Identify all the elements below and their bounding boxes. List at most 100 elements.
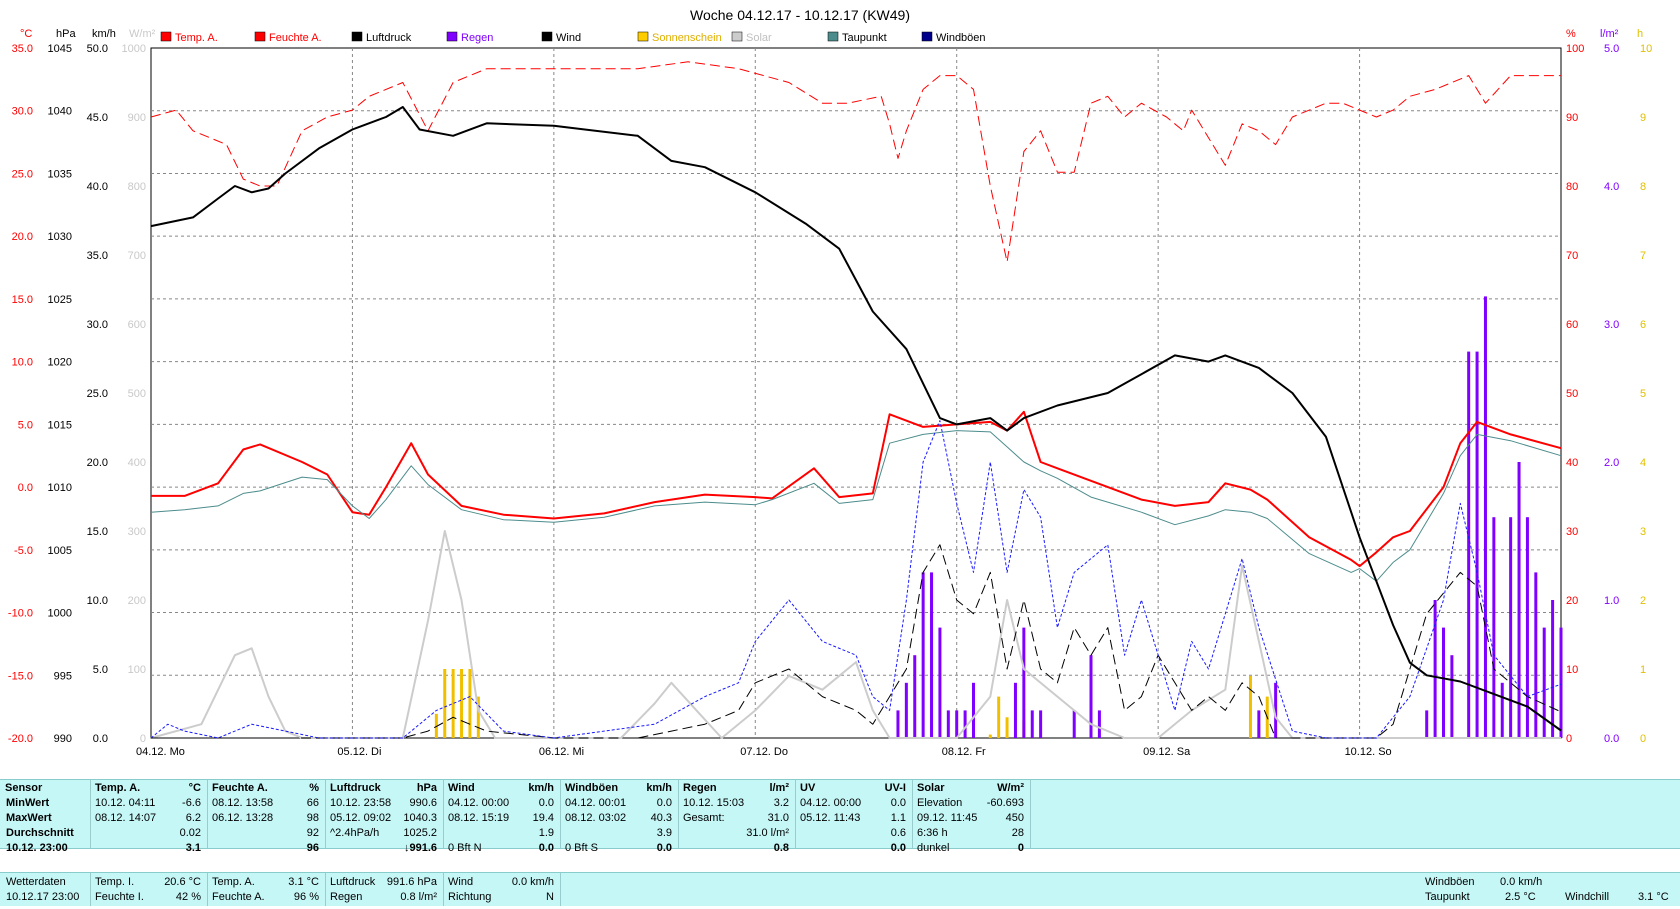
bar-regen [1097, 710, 1101, 738]
tick-label-rain: 4.0 [1604, 181, 1619, 193]
bar-sonnenschein [460, 669, 464, 738]
stats-cell-info: 09.12. 11:45 [917, 812, 978, 824]
windboeen-value: 0.0 km/h [1500, 876, 1543, 888]
tick-label-pressure: 995 [54, 670, 72, 682]
tick-label-pressure: 1020 [48, 357, 72, 369]
richtung-label: Richtung [448, 891, 492, 903]
tick-label-humidity: 10 [1566, 664, 1578, 676]
stats-column: Regen l/m² 10.12. 15:03 3.2 Gesamt: 31.0 31.0 … [678, 780, 796, 854]
legend-swatch [351, 31, 363, 42]
stats-header-label: Sensor [5, 782, 43, 794]
luftdruck-value: 991.6 hPa [386, 876, 437, 888]
stats-cell-value: 31.0 l/m² [746, 827, 789, 839]
legend-swatch [827, 31, 839, 42]
stats-header-label: Wind [448, 782, 475, 794]
stats-row-label: 10.12. 23:00 [6, 842, 68, 854]
tick-label-sun: 10 [1640, 43, 1652, 55]
stats-row-label: Durchschnitt [6, 827, 74, 839]
stats-cell-info: 06.12. 13:28 [212, 812, 274, 824]
bar-regen [1425, 710, 1429, 738]
stats-header-label: Feuchte A. [212, 782, 268, 794]
wind-label: Wind [448, 876, 474, 888]
bar-regen [955, 710, 959, 738]
chart-title: Woche 04.12.17 - 10.12.17 (KW49) [690, 7, 910, 23]
tick-label-humidity: 60 [1566, 319, 1578, 331]
stats-cell-value: 1025.2 [403, 827, 437, 839]
tick-label-temp: -5.0 [14, 545, 33, 557]
stats-header-unit: l/m² [769, 782, 789, 794]
bar-regen [1022, 627, 1026, 738]
tick-label-rain: 5.0 [1604, 43, 1619, 55]
tick-label-sun: 2 [1640, 595, 1646, 607]
unit-label-wind: km/h [92, 28, 116, 40]
unit-label-temp: °C [20, 28, 32, 40]
stats-cell-info: 0 Bft S [565, 842, 599, 854]
tick-label-humidity: 100 [1566, 43, 1584, 55]
stats-cell-value: 3.1 [185, 842, 201, 854]
tick-label-rain: 1.0 [1604, 595, 1619, 607]
tick-label-solar: 100 [128, 664, 146, 676]
bar-regen [1483, 296, 1487, 738]
stats-column: Feuchte A.% 08.12. 13:58 66 06.12. 13:28 98 9… [207, 780, 326, 854]
legend: Temp. A. Feuchte A. Luftdruck Regen Wind Sonn… [160, 31, 986, 44]
tick-label-sun: 0 [1640, 733, 1646, 745]
feuchte-a-label: Feuchte A. [212, 891, 265, 903]
x-tick-label: 05.12. Di [337, 746, 381, 758]
stats-cell-value: 0.0 [890, 842, 906, 854]
tick-label-sun: 1 [1640, 664, 1646, 676]
stats-cell-info: Elevation [917, 797, 963, 809]
legend-swatch [254, 31, 266, 42]
stats-cell-value: 0.0 [890, 797, 906, 809]
legend-label: Luftdruck [366, 32, 412, 44]
legend-swatch [637, 31, 649, 42]
tick-label-sun: 8 [1640, 181, 1646, 193]
bar-regen [1072, 710, 1076, 738]
wetterdaten-label: Wetterdaten [6, 876, 66, 888]
legend-label: Solar [746, 32, 772, 44]
tick-label-temp: 15.0 [12, 294, 33, 306]
stats-cell-value: 3.2 [773, 797, 789, 809]
stats-cell-info: dunkel [917, 842, 950, 854]
bar-regen [921, 572, 925, 738]
tick-label-pressure: 1025 [48, 294, 72, 306]
unit-label-humidity: % [1566, 28, 1576, 40]
x-tick-label: 08.12. Fr [942, 746, 986, 758]
tick-label-rain: 2.0 [1604, 457, 1619, 469]
stats-cell-info: 05.12. 11:43 [800, 812, 861, 824]
tick-label-pressure: 1015 [48, 419, 72, 431]
tick-label-sun: 7 [1640, 250, 1646, 262]
bar-regen [972, 682, 975, 738]
stats-cell-info: 04.12. 00:01 [565, 797, 627, 809]
stats-cell-info: 04.12. 00:00 [448, 797, 510, 809]
stats-cell-value: 66 [306, 797, 319, 809]
stats-header-unit: km/h [528, 782, 554, 794]
tick-label-wind: 50.0 [87, 43, 108, 55]
tick-label-solar: 900 [128, 112, 146, 124]
tick-label-temp: 5.0 [18, 419, 33, 431]
tick-label-wind: 5.0 [93, 664, 108, 676]
stats-row-label: MaxWert [6, 812, 52, 824]
legend-label: Regen [461, 32, 493, 44]
bar-regen [913, 655, 917, 738]
stats-cell-value: 0.02 [179, 827, 201, 839]
wind-value: 0.0 km/h [511, 876, 554, 888]
stats-cell-info: 0 Bft N [448, 842, 482, 854]
tick-label-wind: 40.0 [87, 181, 108, 193]
legend-label: Feuchte A. [269, 32, 322, 44]
bar-regen [1492, 517, 1496, 738]
tick-label-wind: 35.0 [87, 250, 108, 262]
stats-cell-info: Gesamt: [683, 812, 725, 824]
stats-header-unit: °C [188, 782, 201, 794]
stats-cell-value: -6.6 [182, 797, 201, 809]
bar-regen [1013, 682, 1017, 738]
legend-swatch [541, 31, 553, 42]
bar-sonnenschein [443, 669, 447, 738]
tick-label-temp: -20.0 [8, 733, 33, 745]
tick-label-solar: 500 [128, 388, 146, 400]
stats-header-label: UV [800, 782, 816, 794]
windchill-value: 3.1 °C [1638, 891, 1669, 903]
tick-label-temp: 20.0 [12, 231, 33, 243]
legend-swatch [446, 31, 458, 42]
bar-regen [1467, 351, 1471, 738]
tick-label-wind: 15.0 [87, 526, 108, 538]
